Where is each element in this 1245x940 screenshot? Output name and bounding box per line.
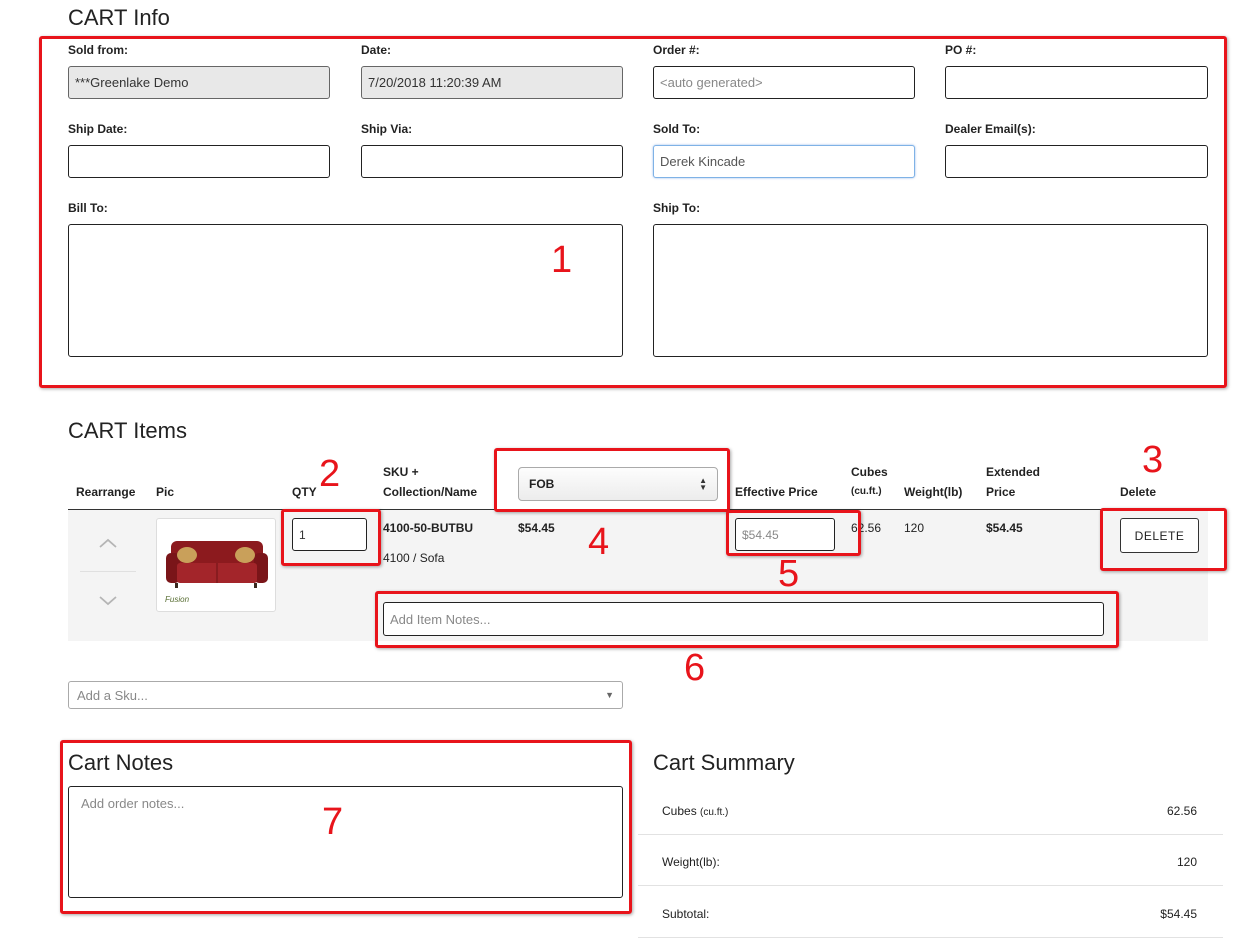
rearrange-divider	[80, 571, 136, 572]
col-sku-header-line2: Collection/Name	[383, 485, 478, 499]
col-cubes-header-label: Cubes	[851, 465, 888, 479]
annotation-number-1: 1	[551, 239, 573, 281]
item-extended-price: $54.45	[986, 521, 1023, 535]
summary-cubes-label-text: Cubes	[662, 804, 697, 818]
dropdown-arrow-icon: ▼	[605, 690, 614, 700]
summary-cubes-value: 62.56	[1166, 804, 1197, 818]
col-pic-header: Pic	[156, 485, 175, 499]
summary-cubes-label: Cubes (cu.ft.)	[662, 804, 728, 818]
col-cubes-header: Cubes (cu.ft.)	[851, 462, 888, 502]
move-up-icon[interactable]	[98, 533, 118, 553]
summary-row-cubes: Cubes (cu.ft.) 62.56	[638, 784, 1223, 835]
add-sku-select[interactable]: Add a Sku... ▼	[68, 681, 623, 709]
product-image[interactable]: Fusion	[156, 518, 276, 612]
item-collection-name: 4100 / Sofa	[383, 551, 445, 565]
annotation-box-5	[726, 510, 861, 556]
cart-items-title: CART Items	[68, 418, 187, 443]
col-extended-header: Extended Price	[986, 462, 1040, 502]
annotation-number-2: 2	[319, 453, 341, 495]
summary-cubes-unit: (cu.ft.)	[700, 807, 729, 818]
item-sku: 4100-50-BUTBU	[383, 521, 474, 535]
product-brand-logo: Fusion	[165, 595, 190, 604]
col-sku-header-line1: SKU +	[383, 465, 419, 479]
annotation-box-4	[494, 448, 730, 512]
cart-summary-title: Cart Summary	[653, 750, 795, 775]
annotation-number-5: 5	[778, 553, 800, 595]
col-qty-header: QTY	[292, 485, 317, 499]
summary-row-weight: Weight(lb): 120	[638, 835, 1223, 886]
annotation-box-2	[281, 509, 381, 566]
item-weight: 120	[904, 521, 925, 535]
annotation-box-6	[375, 591, 1119, 648]
col-delete-header: Delete	[1120, 485, 1157, 499]
col-weight-header: Weight(lb)	[904, 485, 963, 499]
cart-info-title: CART Info	[68, 5, 170, 30]
col-extended-header-line2: Price	[986, 485, 1016, 499]
col-cubes-header-unit: (cu.ft.)	[851, 486, 882, 497]
annotation-box-7	[60, 740, 632, 914]
annotation-box-3	[1100, 508, 1227, 571]
annotation-box-1	[39, 36, 1227, 388]
summary-row-subtotal: Subtotal: $54.45	[638, 887, 1223, 938]
item-fob-price: $54.45	[518, 521, 555, 535]
annotation-number-3: 3	[1142, 439, 1164, 481]
summary-subtotal-label: Subtotal:	[662, 907, 710, 921]
move-down-icon[interactable]	[98, 591, 118, 611]
annotation-number-4: 4	[588, 521, 610, 563]
summary-subtotal-value: $54.45	[1160, 907, 1197, 921]
col-sku-header: SKU + Collection/Name	[383, 462, 477, 502]
summary-weight-value: 120	[1176, 855, 1197, 869]
annotation-number-7: 7	[322, 801, 344, 843]
annotation-number-6: 6	[684, 647, 706, 689]
summary-weight-label: Weight(lb):	[662, 855, 720, 869]
col-rearrange-header: Rearrange	[76, 485, 136, 499]
col-effective-price-header: Effective Price	[735, 485, 818, 499]
col-extended-header-line1: Extended	[986, 465, 1041, 479]
add-sku-placeholder: Add a Sku...	[77, 687, 148, 703]
